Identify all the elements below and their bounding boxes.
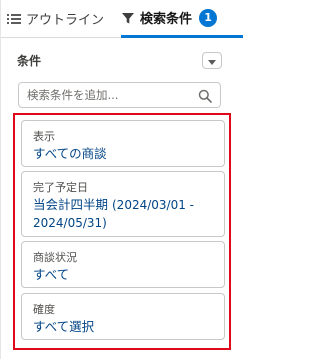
filter-label: 表示 bbox=[33, 130, 55, 143]
filter-probability[interactable]: 確度 すべて選択 bbox=[21, 293, 225, 340]
tab-search-label: 検索条件 bbox=[140, 12, 193, 27]
filter-label: 完了予定日 bbox=[33, 181, 88, 194]
filter-label: 商談状況 bbox=[33, 251, 77, 264]
add-condition-input[interactable] bbox=[27, 86, 192, 104]
conditions-heading: 条件 bbox=[17, 54, 42, 68]
count-badge: 1 bbox=[199, 8, 218, 27]
conditions-menu-button[interactable] bbox=[202, 52, 222, 69]
filter-show[interactable]: 表示 すべての商談 bbox=[21, 120, 225, 167]
funnel-icon bbox=[121, 11, 135, 25]
list-icon bbox=[7, 12, 21, 26]
filter-value: 当会計四半期 bbox=[33, 197, 109, 212]
filter-close-date[interactable]: 完了予定日 当会計四半期 (2024/03/01 - 2024/05/31) bbox=[21, 171, 225, 237]
filter-opportunity-status[interactable]: 商談状況 すべて bbox=[21, 241, 225, 288]
search-icon bbox=[198, 88, 212, 107]
panel-tabs: アウトライン 検索条件 1 bbox=[1, 0, 243, 38]
filter-list: 表示 すべての商談 完了予定日 当会計四半期 (2024/03/01 - 202… bbox=[13, 113, 231, 350]
filter-label: 確度 bbox=[33, 303, 55, 316]
filter-value: すべて選択 bbox=[33, 319, 95, 334]
filter-value: すべての商談 bbox=[33, 146, 107, 161]
tab-outline[interactable]: アウトライン bbox=[7, 0, 115, 37]
filter-panel: アウトライン 検索条件 1 条件 表示 bbox=[0, 0, 243, 359]
tab-outline-label: アウトライン bbox=[26, 13, 105, 28]
add-condition-search bbox=[18, 82, 221, 108]
tab-search-conditions[interactable]: 検索条件 1 bbox=[121, 0, 243, 38]
chevron-down-icon bbox=[207, 51, 217, 70]
filter-value-block: 当会計四半期 (2024/03/01 - 2024/05/31) bbox=[33, 196, 219, 232]
filter-value: すべて bbox=[33, 267, 70, 282]
